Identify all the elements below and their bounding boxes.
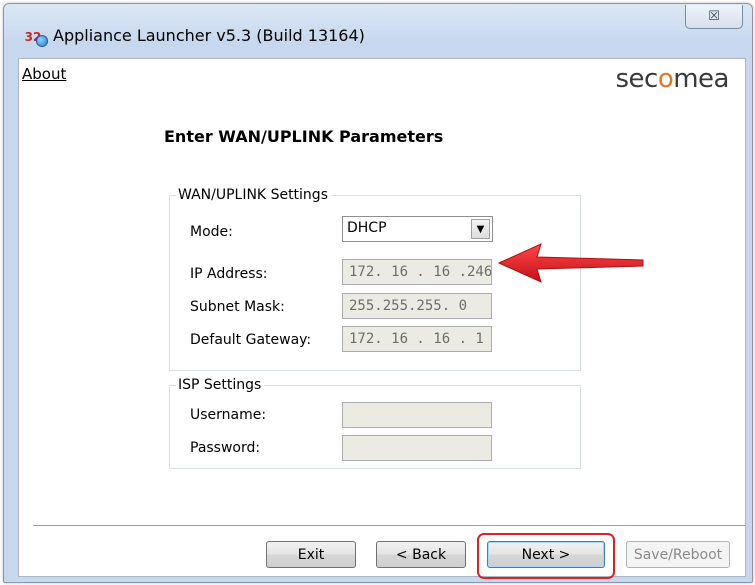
isp-settings-legend: ISP Settings <box>178 377 262 393</box>
title-bar[interactable]: 32 Appliance Launcher v5.3 (Build 13164)… <box>4 4 752 56</box>
mode-label: Mode: <box>190 224 233 240</box>
default-gateway-field[interactable]: 172. 16 . 16 . 1 <box>342 326 492 352</box>
logo-prefix: sec <box>615 64 658 94</box>
dropdown-arrow-icon[interactable]: ▼ <box>471 219 490 239</box>
about-menu-item[interactable]: About <box>22 65 66 83</box>
default-gateway-label: Default Gateway: <box>190 332 312 348</box>
globe-icon <box>36 35 48 47</box>
button-separator <box>33 525 745 527</box>
username-field[interactable] <box>342 402 492 428</box>
window-title: Appliance Launcher v5.3 (Build 13164) <box>53 26 365 45</box>
arrow-shape <box>497 243 644 283</box>
exit-button[interactable]: Exit <box>266 541 356 568</box>
ip-address-label: IP Address: <box>190 266 268 282</box>
close-button[interactable]: ☒ <box>685 5 743 29</box>
subnet-mask-label: Subnet Mask: <box>190 299 285 315</box>
logo-suffix: mea <box>673 64 729 94</box>
password-field[interactable] <box>342 435 492 461</box>
back-button[interactable]: < Back <box>376 541 466 568</box>
appliance-launcher-icon: 32 <box>21 28 48 47</box>
save-reboot-button[interactable]: Save/Reboot <box>626 541 730 568</box>
subnet-mask-field[interactable]: 255.255.255. 0 <box>342 293 492 319</box>
wan-uplink-settings-legend: WAN/UPLINK Settings <box>178 187 328 203</box>
close-icon: ☒ <box>708 9 720 24</box>
page-title: Enter WAN/UPLINK Parameters <box>164 127 444 146</box>
logo-power-o: o <box>657 64 674 94</box>
mode-dropdown[interactable]: DHCP ▼ <box>342 216 493 242</box>
secomea-logo: secomea <box>615 64 729 94</box>
ip-address-field[interactable]: 172. 16 . 16 .246 <box>342 259 492 285</box>
red-arrow-annotation <box>497 243 644 283</box>
next-button[interactable]: Next > <box>487 541 605 568</box>
appliance-launcher-window: 32 Appliance Launcher v5.3 (Build 13164)… <box>3 3 753 583</box>
dialog-client-area: About secomea Enter WAN/UPLINK Parameter… <box>18 58 746 579</box>
username-label: Username: <box>190 407 267 423</box>
password-label: Password: <box>190 440 261 456</box>
mode-selected-value: DHCP <box>347 220 387 236</box>
